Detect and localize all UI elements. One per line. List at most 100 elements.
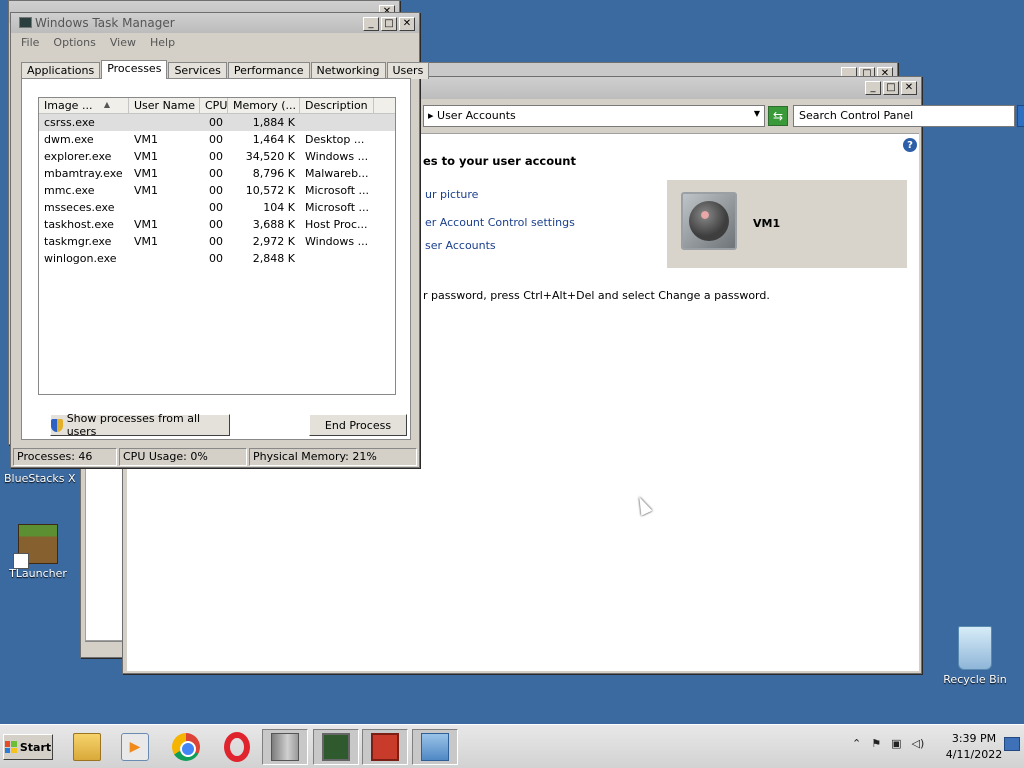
cell-cpu: 00 [209,150,223,163]
taskbar-chrome[interactable] [163,729,209,765]
table-row[interactable]: taskhost.exe VM1 00 3,688 K Host Proc... [39,216,395,233]
table-row[interactable]: explorer.exe VM1 00 34,520 K Windows ... [39,148,395,165]
start-button[interactable]: Start [3,734,53,760]
system-tray: ⌃ ⚑ ▣ ◁) [852,737,924,750]
table-row[interactable]: csrss.exe 00 1,884 K [39,114,395,131]
search-icon[interactable]: ⌕ [1017,105,1024,127]
column-label: Image ... [44,99,93,112]
tab-networking[interactable]: Networking [310,62,386,79]
end-process-button[interactable]: End Process [309,414,407,436]
menu-file[interactable]: File [21,36,39,50]
maximize-icon[interactable]: □ [381,17,397,31]
task-manager-window[interactable]: Windows Task Manager _ □ ✕ File Options … [10,12,430,468]
start-label: Start [19,740,52,754]
volume-icon[interactable]: ◁) [912,737,925,750]
manage-accounts-link[interactable]: ser Accounts [425,239,496,252]
clock-date: 4/11/2022 [945,748,1003,761]
cell-memory: 8,796 K [252,167,295,180]
address-text: ▸ User Accounts [428,109,516,122]
cell-user-name [129,114,200,131]
task-manager-titlebar[interactable]: Windows Task Manager [11,13,419,33]
user-panel: VM1 [667,180,907,268]
table-row[interactable]: dwm.exe VM1 00 1,464 K Desktop ... [39,131,395,148]
desktop-icon-tlauncher[interactable]: TLauncher [4,524,72,580]
cell-user-name: VM1 [134,167,159,180]
clock[interactable]: 3:39 PM 4/11/2022 [940,731,1008,763]
tab-processes[interactable]: Processes [101,60,168,79]
cell-description: Windows ... [305,235,369,248]
menu-bar: File Options View Help [11,33,419,53]
window-title: Windows Task Manager [35,16,175,30]
show-desktop-button[interactable] [1004,737,1020,751]
show-all-processes-button[interactable]: Show processes from all users [50,412,230,438]
taskbar-toolbox[interactable] [362,729,408,765]
cell-user-name: VM1 [134,184,159,197]
status-processes: Processes: 46 [13,448,117,466]
desktop-icon-bluestacks[interactable]: BlueStacks X [4,469,76,485]
desktop-icon-recycle-bin[interactable]: Recycle Bin [940,626,1010,686]
sort-ascending-icon: ▲ [103,100,110,109]
menu-view[interactable]: View [110,36,136,50]
cell-memory: 34,520 K [245,150,295,163]
change-picture-link[interactable]: ur picture [425,188,478,201]
cell-memory: 2,972 K [252,235,295,248]
cell-user-name [129,250,200,267]
taskbar-control-panel[interactable] [412,729,458,765]
cell-image-name: msseces.exe [44,201,115,214]
table-row[interactable]: msseces.exe 00 104 K Microsoft ... [39,199,395,216]
chevron-down-icon[interactable]: ▼ [754,109,760,118]
close-icon[interactable]: ✕ [399,17,415,31]
tab-applications[interactable]: Applications [21,62,101,79]
user-name: VM1 [753,217,781,230]
minimize-icon[interactable]: _ [865,81,881,95]
cell-memory: 10,572 K [245,184,295,197]
column-image-name[interactable]: Image ... ▲ [39,98,129,113]
cell-user-name: VM1 [134,235,159,248]
tab-services[interactable]: Services [168,62,227,79]
status-bar: Processes: 46 CPU Usage: 0% Physical Mem… [13,448,417,466]
taskbar-task-manager[interactable] [313,729,359,765]
column-user-name[interactable]: User Name [129,98,200,113]
table-row[interactable]: mmc.exe VM1 00 10,572 K Microsoft ... [39,182,395,199]
cell-cpu: 00 [209,184,223,197]
cell-cpu: 00 [209,252,223,265]
control-panel-window-controls: _ □ ✕ [865,81,917,95]
column-description[interactable]: Description [300,98,374,113]
refresh-icon[interactable]: ⇆ [768,106,788,126]
address-bar[interactable]: ▸ User Accounts ▼ [423,105,765,127]
table-row[interactable]: mbamtray.exe VM1 00 8,796 K Malwareb... [39,165,395,182]
tray-expand-icon[interactable]: ⌃ [852,737,861,750]
cell-image-name: explorer.exe [44,150,112,163]
help-icon[interactable]: ? [903,138,917,152]
column-memory[interactable]: Memory (... [228,98,300,113]
tab-performance[interactable]: Performance [227,62,310,79]
cell-image-name: dwm.exe [44,133,94,146]
task-manager-window-controls: _ □ ✕ [363,17,415,31]
table-row[interactable]: taskmgr.exe VM1 00 2,972 K Windows ... [39,233,395,250]
tab-users[interactable]: Users [386,62,430,79]
column-cpu[interactable]: CPU [200,98,228,113]
tab-bar: Applications Processes Services Performa… [21,60,430,79]
menu-options[interactable]: Options [53,36,95,50]
cell-user-name: VM1 [134,218,159,231]
cell-image-name: mmc.exe [44,184,95,197]
taskbar-explorer[interactable] [64,729,110,765]
uac-settings-link[interactable]: er Account Control settings [425,216,575,229]
close-icon[interactable]: ✕ [901,81,917,95]
taskbar-media-player[interactable]: ▶ [112,729,158,765]
menu-help[interactable]: Help [150,36,175,50]
taskbar-server-manager[interactable] [262,729,308,765]
network-icon[interactable]: ▣ [891,737,901,750]
action-center-flag-icon[interactable]: ⚑ [871,737,881,750]
desktop-icon-label: BlueStacks X [4,472,76,485]
cell-image-name: winlogon.exe [44,252,117,265]
taskbar-opera[interactable] [214,729,260,765]
maximize-icon[interactable]: □ [883,81,899,95]
search-input[interactable]: Search Control Panel [793,105,1015,127]
process-list[interactable]: Image ... ▲ User Name CPU Memory (... De… [38,97,396,395]
minimize-icon[interactable]: _ [363,17,379,31]
table-row[interactable]: winlogon.exe 00 2,848 K [39,250,395,267]
taskbar: Start ▶ ⌃ ⚑ ▣ ◁) 3:39 PM 4/11/2022 [0,724,1024,768]
cell-description: Windows ... [305,150,369,163]
task-manager-icon [19,17,32,28]
